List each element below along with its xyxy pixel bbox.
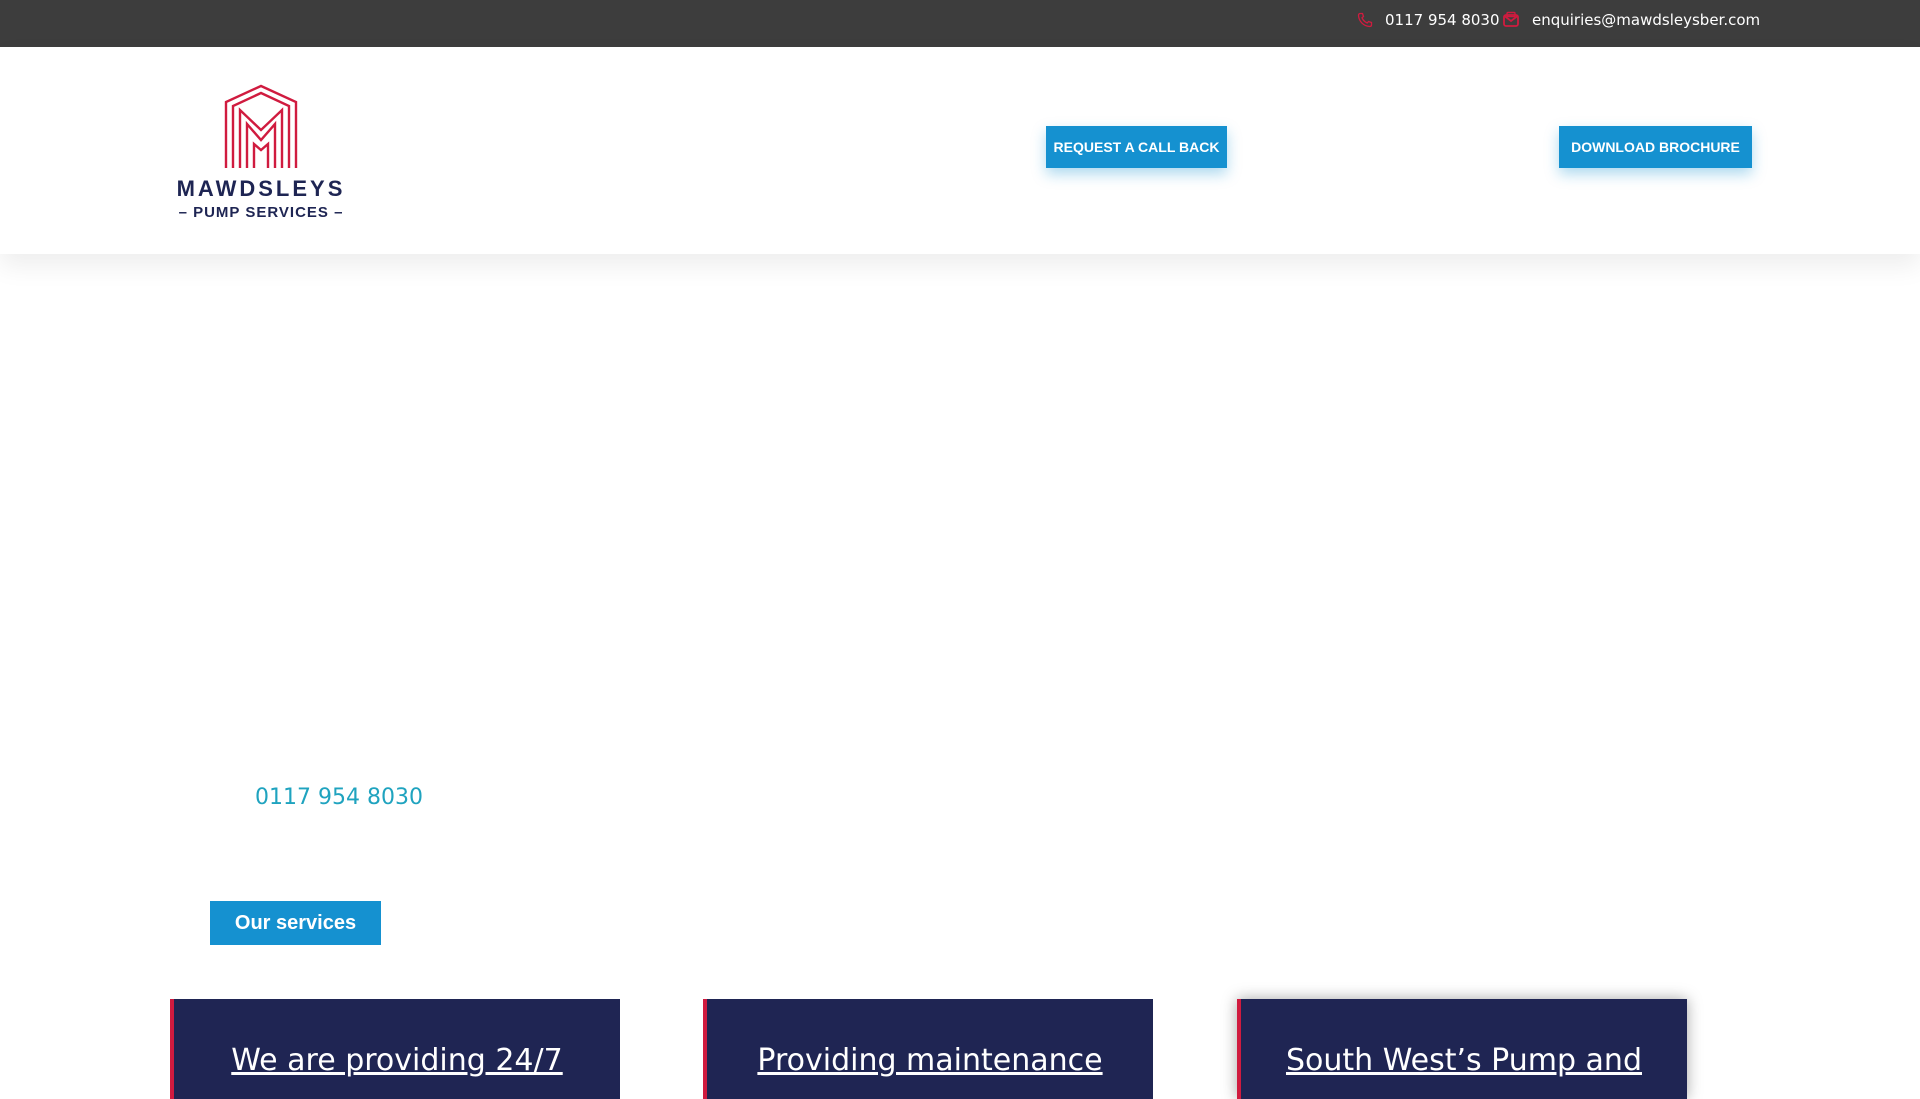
logo-sub-text: – PUMP SERVICES – [178,204,344,221]
service-card-south-west[interactable]: South West’s Pump and [1237,999,1687,1099]
topbar-email-text: enquiries@mawdsleysber.com [1532,11,1761,29]
topbar-phone-text: 0117 954 8030 [1385,11,1500,29]
logo-brand-text: MAWDSLEYS [176,176,346,201]
service-card-maintenance[interactable]: Providing maintenance [703,999,1153,1099]
service-card-title[interactable]: South West’s Pump and [1241,1043,1687,1078]
topbar-phone-link[interactable]: 0117 954 8030 [1357,0,1500,40]
site-header: MAWDSLEYS – PUMP SERVICES – REQUEST A CA… [0,47,1920,254]
download-brochure-button[interactable]: DOWNLOAD BROCHURE [1559,126,1752,168]
phone-icon [1357,12,1373,28]
top-contact-bar: 0117 954 8030 enquiries@mawdsleysber.com [0,0,1920,47]
service-card-24-7[interactable]: We are providing 24/7 [170,999,620,1099]
service-card-title[interactable]: Providing maintenance [707,1043,1153,1078]
topbar-email-link[interactable]: enquiries@mawdsleysber.com [1502,0,1760,40]
request-callback-button[interactable]: REQUEST A CALL BACK [1046,126,1227,168]
site-logo[interactable]: MAWDSLEYS – PUMP SERVICES – [171,84,351,224]
our-services-button[interactable]: Our services [210,901,381,945]
envelope-icon [1503,11,1519,27]
logo-m-mark-icon [224,84,298,168]
service-card-title[interactable]: We are providing 24/7 [174,1043,620,1078]
hero-phone-link[interactable]: 0117 954 8030 [255,785,423,810]
